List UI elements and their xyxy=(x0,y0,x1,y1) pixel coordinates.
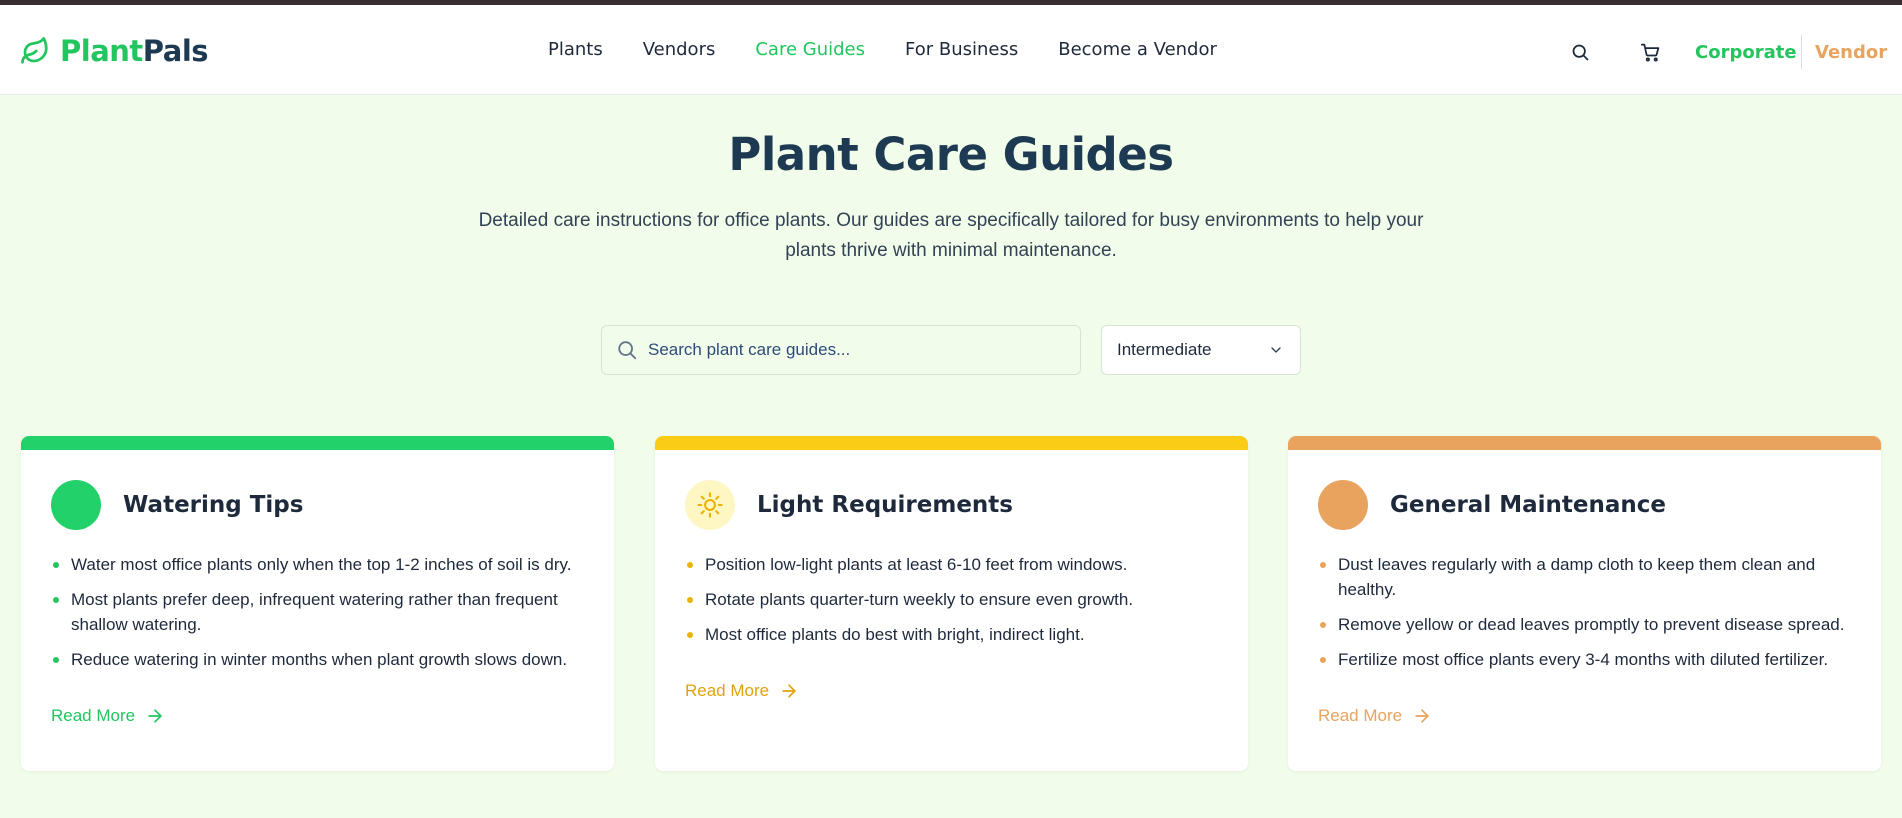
bullet-icon xyxy=(687,597,693,603)
nav-link-become-vendor[interactable]: Become a Vendor xyxy=(1058,39,1217,60)
read-more-label: Read More xyxy=(685,681,770,700)
list-item: Most plants prefer deep, infrequent wate… xyxy=(51,587,591,637)
logo[interactable]: PlantPals xyxy=(20,31,209,71)
card-title: Light Requirements xyxy=(757,492,1013,518)
card-accent-bar xyxy=(21,436,614,450)
search-button[interactable] xyxy=(1568,40,1592,64)
tips-list: Dust leaves regularly with a damp cloth … xyxy=(1318,552,1858,682)
cart-icon xyxy=(1640,43,1659,62)
tip-text: Dust leaves regularly with a damp cloth … xyxy=(1338,555,1816,599)
main-nav: Plants Vendors Care Guides For Business … xyxy=(548,39,1217,60)
tip-text: Position low-light plants at least 6-10 … xyxy=(705,555,1128,574)
list-item: Water most office plants only when the t… xyxy=(51,552,591,577)
solid-circle-icon xyxy=(1318,480,1368,530)
read-more-label: Read More xyxy=(1318,706,1403,725)
guide-card-watering: Watering Tips Water most office plants o… xyxy=(21,436,614,771)
arrow-right-icon xyxy=(148,709,162,723)
sun-icon-badge xyxy=(685,480,735,530)
list-item: Fertilize most office plants every 3-4 m… xyxy=(1318,647,1858,672)
card-title: General Maintenance xyxy=(1390,492,1666,518)
card-accent-bar xyxy=(1288,436,1881,450)
chevron-down-icon xyxy=(1271,347,1281,353)
bullet-icon xyxy=(53,657,59,663)
search-field[interactable] xyxy=(601,325,1081,375)
bullet-icon xyxy=(1320,657,1326,663)
difficulty-select-value: Intermediate xyxy=(1117,340,1212,359)
tip-text: Reduce watering in winter months when pl… xyxy=(71,650,568,669)
bullet-icon xyxy=(687,632,693,638)
header-divider xyxy=(1801,35,1802,69)
list-item: Dust leaves regularly with a damp cloth … xyxy=(1318,552,1858,602)
list-item: Remove yellow or dead leaves promptly to… xyxy=(1318,612,1858,637)
leaf-icon xyxy=(21,37,48,64)
card-title: Watering Tips xyxy=(123,492,304,518)
card-header: Watering Tips xyxy=(51,480,303,530)
solid-circle-icon xyxy=(51,480,101,530)
arrow-right-icon xyxy=(1415,709,1429,723)
search-icon xyxy=(1572,44,1588,60)
arrow-right-icon xyxy=(782,684,796,698)
sun-icon xyxy=(697,492,723,518)
nav-link-vendors[interactable]: Vendors xyxy=(643,39,716,60)
bullet-icon xyxy=(687,562,693,568)
nav-link-for-business[interactable]: For Business xyxy=(905,39,1018,60)
page-title: Plant Care Guides xyxy=(728,128,1174,181)
vendor-link[interactable]: Vendor xyxy=(1815,42,1887,63)
bullet-icon xyxy=(1320,562,1326,568)
list-item: Most office plants do best with bright, … xyxy=(685,622,1225,647)
tip-text: Most plants prefer deep, infrequent wate… xyxy=(71,590,558,634)
read-more-link[interactable]: Read More xyxy=(51,706,165,726)
tip-text: Fertilize most office plants every 3-4 m… xyxy=(1338,650,1829,669)
site-header: PlantPals Plants Vendors Care Guides For… xyxy=(0,5,1902,95)
tip-text: Most office plants do best with bright, … xyxy=(705,625,1085,644)
bullet-icon xyxy=(1320,622,1326,628)
tips-list: Water most office plants only when the t… xyxy=(51,552,591,682)
card-accent-bar xyxy=(655,436,1248,450)
tip-text: Water most office plants only when the t… xyxy=(71,555,572,574)
tip-text: Remove yellow or dead leaves promptly to… xyxy=(1338,615,1845,634)
read-more-label: Read More xyxy=(51,706,136,725)
nav-link-plants[interactable]: Plants xyxy=(548,39,603,60)
brand-name-part1: Plant xyxy=(60,34,143,68)
corporate-link[interactable]: Corporate xyxy=(1695,42,1797,63)
bullet-icon xyxy=(53,562,59,568)
search-input[interactable] xyxy=(648,340,1048,360)
bullet-icon xyxy=(53,597,59,603)
read-more-link[interactable]: Read More xyxy=(1318,706,1432,726)
tips-list: Position low-light plants at least 6-10 … xyxy=(685,552,1225,657)
brand-name-part2: Pals xyxy=(142,34,209,68)
search-icon xyxy=(618,341,637,360)
card-header: Light Requirements xyxy=(685,480,1013,530)
nav-link-care-guides[interactable]: Care Guides xyxy=(755,39,865,60)
difficulty-select[interactable]: Intermediate xyxy=(1101,325,1301,375)
page-description: Detailed care instructions for office pl… xyxy=(478,210,1424,261)
card-header: General Maintenance xyxy=(1318,480,1666,530)
guide-card-maintenance: General Maintenance Dust leaves regularl… xyxy=(1288,436,1881,771)
tip-text: Rotate plants quarter-turn weekly to ens… xyxy=(705,590,1134,609)
list-item: Position low-light plants at least 6-10 … xyxy=(685,552,1225,577)
list-item: Rotate plants quarter-turn weekly to ens… xyxy=(685,587,1225,612)
read-more-link[interactable]: Read More xyxy=(685,681,799,701)
brand-name: PlantPals xyxy=(60,34,209,68)
list-item: Reduce watering in winter months when pl… xyxy=(51,647,591,672)
guide-card-light: Light Requirements Position low-light pl… xyxy=(655,436,1248,771)
cart-button[interactable] xyxy=(1638,40,1662,64)
